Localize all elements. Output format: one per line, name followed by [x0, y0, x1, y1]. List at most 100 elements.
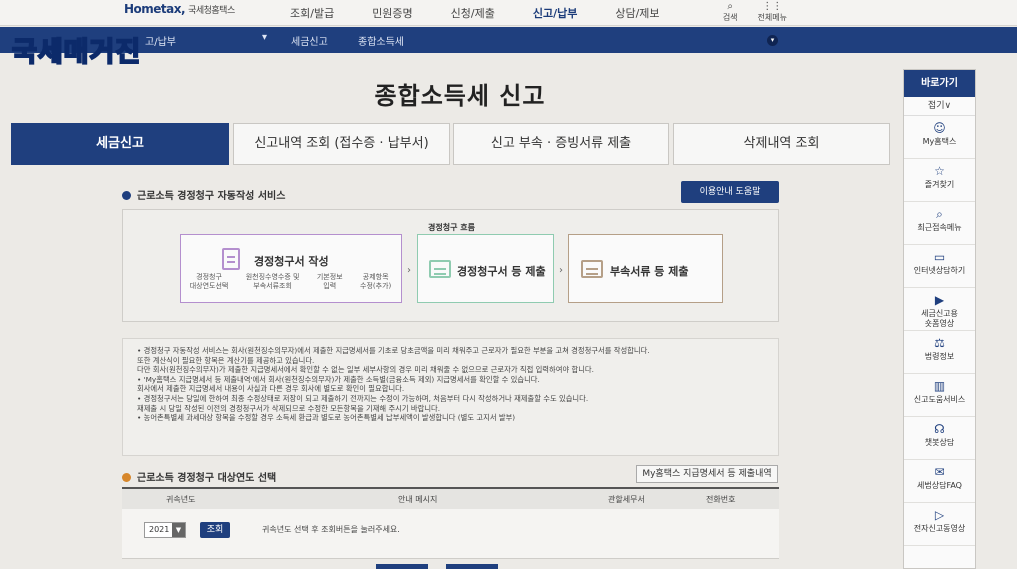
- sub-navigation: 고/납부 ▾ 세금신고 종합소득세 ▾: [0, 27, 1017, 53]
- table-header: 귀속년도 안내 메시지 관할세무서 전화번호: [122, 487, 779, 509]
- query-button[interactable]: 조회: [200, 522, 230, 538]
- my-hometax-statement-button[interactable]: My홈택스 지급명세서 등 제출내역: [636, 465, 778, 483]
- correction-flow-panel: 경정청구 흐름 경정청구서 작성 경정청구 대상연도선택 원천징수영수증 및 부…: [122, 209, 779, 322]
- quick-item-label: 세금신고용 숏폼영상: [921, 309, 958, 328]
- quick-item-favorites[interactable]: ☆ 즐겨찾기: [904, 159, 975, 202]
- flow-card-write[interactable]: 경정청구서 작성 경정청구 대상연도선택 원천징수영수증 및 부속서류조회 기본…: [180, 234, 402, 303]
- quick-item-shortform[interactable]: ▶ 세금신고용 숏폼영상: [904, 288, 975, 331]
- section-title-text: 근로소득 경정청구 자동작성 서비스: [137, 191, 286, 202]
- quick-item-label: 최근접속메뉴: [917, 223, 962, 232]
- col-header-phone: 전화번호: [706, 495, 736, 504]
- book-icon: ▥: [933, 379, 946, 393]
- top-bar: Hometax, 국세청홈택스 조회/발급 민원증명 신청/제출 신고/납부 상담…: [0, 0, 1017, 26]
- menu-item-inquiry[interactable]: 조회/발급: [290, 5, 334, 21]
- menu-item-certificate[interactable]: 민원증명: [372, 5, 412, 21]
- all-menu-label: 전체메뉴: [757, 13, 787, 22]
- quick-item-help-service[interactable]: ▥ 신고도움서비스: [904, 374, 975, 417]
- menu-item-filing[interactable]: 신고/납부: [533, 5, 578, 21]
- quick-item-label: My홈택스: [922, 137, 957, 146]
- quick-item-label: 즐겨찾기: [924, 180, 955, 189]
- chevron-down-icon: ▼: [172, 523, 185, 537]
- flow-card-submit[interactable]: 경정청구서 등 제출: [417, 234, 554, 303]
- breadcrumb-income-tax[interactable]: 종합소득세: [358, 33, 404, 48]
- quick-item-e-filing-video[interactable]: ▷ 전자신고동영상: [904, 503, 975, 546]
- quick-item-law[interactable]: ⚖ 법령정보: [904, 331, 975, 374]
- star-icon: ☆: [934, 164, 945, 178]
- breadcrumb-tax-filing[interactable]: 세금신고: [291, 33, 328, 48]
- notice-box: • 경정청구 자동작성 서비스는 회사(원천징수의무자)에서 제출한 지급명세서…: [122, 338, 779, 456]
- quick-item-label: 챗봇상담: [924, 438, 955, 447]
- quick-item-label: 신고도움서비스: [913, 395, 966, 404]
- hometax-logo[interactable]: Hometax, 국세청홈택스: [124, 2, 235, 16]
- search-label: 검색: [722, 13, 738, 22]
- chevron-down-circle-icon[interactable]: ▾: [767, 35, 778, 46]
- section-title-text: 근로소득 경정청구 대상연도 선택: [137, 473, 277, 484]
- search-button[interactable]: ⌕ 검색: [723, 2, 738, 23]
- recent-menu-icon: ⌕: [936, 207, 943, 221]
- notice-line: • 경정청구서는 당일에 한하여 최종 수정상태로 저장이 되고 제출하기 전까…: [137, 393, 589, 403]
- flow-arrow-icon: ›: [559, 265, 563, 276]
- section-title-auto-correction: 근로소득 경정청구 자동작성 서비스: [122, 187, 285, 202]
- col-header-message: 안내 메시지: [398, 495, 438, 504]
- flow-card-write-title: 경정청구서 작성: [254, 255, 329, 268]
- col-header-tax-office: 관할세무서: [608, 495, 645, 504]
- section-title-year-select: 근로소득 경정청구 대상연도 선택: [122, 469, 276, 484]
- year-select[interactable]: 2021 ▼: [144, 522, 186, 538]
- all-menu-button[interactable]: ⋮⋮ 전체메뉴: [758, 2, 787, 23]
- quick-item-chatbot[interactable]: ☊ 챗봇상담: [904, 417, 975, 460]
- utility-menu: ⌕ 검색 ⋮⋮ 전체메뉴: [723, 2, 787, 23]
- notice-line: 회사에서 제출한 지급명세서 내용이 사실과 다른 경우 회사에 별도로 확인이…: [137, 384, 405, 394]
- channel-watermark: 국세매거진: [11, 36, 142, 69]
- gavel-icon: ⚖: [934, 336, 945, 350]
- quick-menu-fold-button[interactable]: 접기∨: [904, 97, 975, 116]
- quick-item-label: 인터넷상담하기: [913, 266, 966, 275]
- quick-item-label: 세법상담FAQ: [917, 481, 962, 490]
- quick-menu: 바로가기 접기∨ ☺ My홈택스 ☆ 즐겨찾기 ⌕ 최근접속메뉴 ▭ 인터넷상담…: [903, 69, 976, 569]
- help-guide-button[interactable]: 이용안내 도움말: [681, 181, 779, 203]
- tab-filing-history[interactable]: 신고내역 조회 (접수증 · 납부서): [233, 123, 450, 165]
- breadcrumb-filing[interactable]: 고/납부: [145, 33, 176, 48]
- substep-basic-info: 기본정보 입력: [316, 273, 343, 290]
- quick-item-faq[interactable]: ✉ 세법상담FAQ: [904, 460, 975, 503]
- menu-item-application[interactable]: 신청/제출: [451, 5, 495, 21]
- clipboard-icon: [222, 248, 240, 270]
- flow-card-attachment-title: 부속서류 등 제출: [610, 265, 689, 278]
- page-title: 종합소득세 신고: [374, 82, 546, 110]
- logo-subtext: 국세청홈택스: [188, 6, 235, 16]
- notice-line: • 농어촌특별세 과세대상 항목을 수정할 경우 소득세 환급과 별도로 농어촌…: [137, 413, 516, 423]
- chevron-down-icon[interactable]: ▾: [262, 32, 267, 43]
- notice-line: 재제출 시 당일 작성된 이전의 경정청구서가 삭제되므로 수정한 모든항목을 …: [137, 403, 441, 413]
- headset-icon: ☊: [934, 422, 945, 436]
- quick-item-my-hometax[interactable]: ☺ My홈택스: [904, 116, 975, 159]
- notice-line: • 'My홈택스 지급명세서 등 제출내역'에서 회사(원천징수의무자)가 제출…: [137, 374, 540, 384]
- quick-item-recent[interactable]: ⌕ 최근접속메뉴: [904, 202, 975, 245]
- flow-label: 경정청구 흐름: [428, 223, 475, 232]
- quick-item-label: 법령정보: [924, 352, 955, 361]
- substep-deduction: 공제항목 수정(추가): [360, 273, 392, 290]
- person-icon: ☺: [933, 121, 946, 135]
- tab-tax-filing[interactable]: 세금신고: [11, 123, 229, 165]
- bullet-icon: [122, 191, 131, 200]
- bottom-button[interactable]: [376, 564, 428, 569]
- chat-icon: ✉: [934, 465, 945, 479]
- quick-item-online-consult[interactable]: ▭ 인터넷상담하기: [904, 245, 975, 288]
- notice-line: 다만 회사(원천징수의무자)가 제출한 지급명세서에서 확인할 수 없는 일부 …: [137, 365, 594, 375]
- monitor-icon: ▭: [933, 250, 946, 264]
- flow-card-attachment[interactable]: 부속서류 등 제출: [568, 234, 723, 303]
- search-icon: ⌕: [727, 1, 733, 12]
- notice-line: • 경정청구 자동작성 서비스는 회사(원천징수의무자)에서 제출한 지급명세서…: [137, 346, 650, 355]
- menu-item-consult[interactable]: 상담/제보: [615, 5, 659, 21]
- tab-deleted-history[interactable]: 삭제내역 조회: [673, 123, 890, 165]
- flow-arrow-icon: ›: [407, 265, 411, 276]
- logo-text: Hometax,: [124, 2, 186, 16]
- substep-receipt: 원천징수영수증 및 부속서류조회: [245, 273, 300, 290]
- table-row: 2021 ▼ 조회 귀속년도 선택 후 조회버튼을 눌러주세요.: [122, 509, 779, 559]
- notice-line: 또한 계산식이 필요한 항목은 계산기를 제공하고 있습니다.: [137, 355, 315, 365]
- tab-attachment-submit[interactable]: 신고 부속 · 증빙서류 제출: [453, 123, 669, 165]
- document-icon: [429, 260, 451, 278]
- document-icon: [581, 260, 603, 278]
- video-icon: ▶: [934, 293, 945, 307]
- col-header-year: 귀속년도: [166, 495, 196, 504]
- substep-year: 경정청구 대상연도선택: [189, 273, 229, 290]
- bottom-button[interactable]: [446, 564, 498, 569]
